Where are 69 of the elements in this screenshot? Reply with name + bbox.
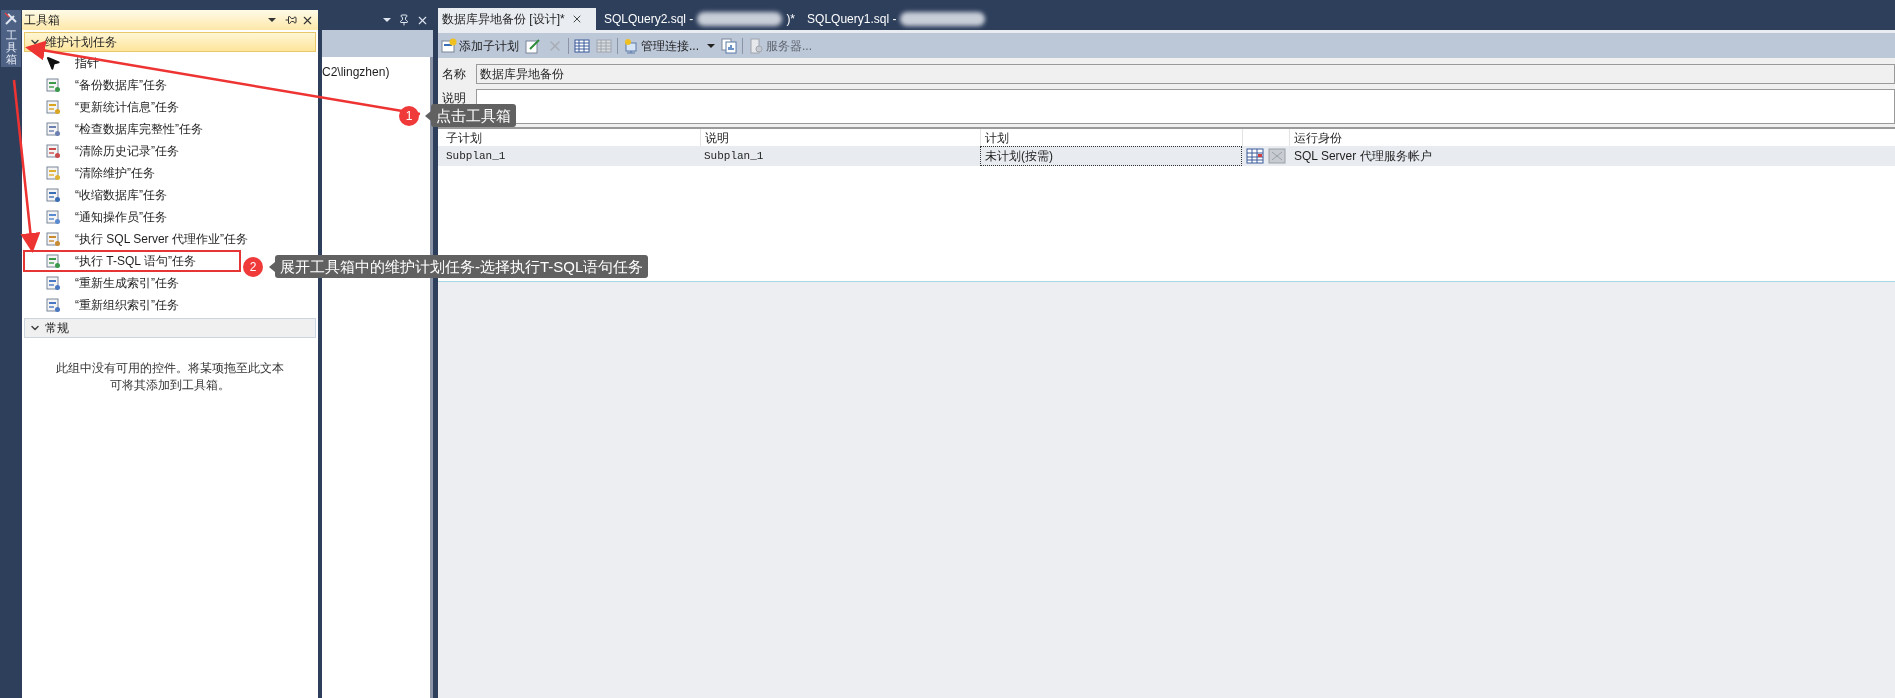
callout-pointer-icon [425, 110, 431, 121]
toolbox-item[interactable]: “检查数据库完整性”任务 [25, 120, 235, 138]
toolbar-separator [742, 37, 743, 54]
server-node-label: C2\lingzhen) [322, 65, 390, 79]
tab-label: SQLQuery1.sql - [807, 11, 897, 28]
calendar-icon[interactable] [1246, 148, 1264, 164]
toolbar-button[interactable]: 管理连接... [622, 36, 716, 55]
document-tab[interactable]: SQLQuery2.sql - )* [600, 8, 800, 30]
server-icon [748, 37, 764, 54]
toolbar-separator [617, 37, 618, 54]
toolbox-item[interactable]: “清除维护”任务 [25, 164, 235, 182]
callout-pointer-icon [269, 261, 275, 272]
grid-button[interactable] [573, 37, 591, 54]
task-icon [45, 231, 61, 247]
toolbox-item[interactable]: “更新统计信息”任务 [25, 98, 235, 116]
toolbox-side-tab[interactable]: 工具箱 [1, 10, 21, 68]
table-cell-text: Subplan_1 [445, 148, 507, 164]
dropdown-icon[interactable] [267, 15, 277, 25]
task-icon [45, 121, 61, 137]
pin-icon[interactable] [285, 14, 297, 26]
pointer-icon [45, 55, 61, 71]
task-icon [45, 143, 61, 159]
group-header[interactable]: 维护计划任务 [24, 32, 316, 52]
report-button[interactable] [720, 37, 738, 54]
group-header[interactable]: 常规 [24, 318, 316, 338]
column-header: 子计划 [445, 129, 483, 147]
document-tab[interactable]: SQLQuery1.sql - [803, 8, 990, 30]
group-title: 常规 [45, 320, 69, 337]
toolbox-item[interactable]: “收缩数据库”任务 [25, 186, 235, 204]
tab-suffix: )* [786, 11, 796, 28]
field-label: 名称 [442, 65, 467, 83]
connections-icon [623, 37, 639, 54]
toolbar-separator [568, 37, 569, 54]
name-field[interactable]: 数据库异地备份 [476, 63, 1895, 84]
toolbox-item[interactable]: “备份数据库”任务 [25, 76, 235, 94]
toolbar-button[interactable]: 添加子计划 [440, 36, 520, 55]
task-icon [45, 297, 61, 313]
pin-icon[interactable] [398, 14, 410, 26]
schedule-cell[interactable]: 未计划(按需) [980, 146, 1242, 166]
toolbox-item[interactable]: “清除历史记录”任务 [25, 142, 235, 160]
caret-icon [707, 41, 715, 50]
table-cell-text: SQL Server 代理服务帐户 [1293, 148, 1432, 165]
panel-title: 工具箱 [24, 12, 61, 29]
dropdown-icon[interactable] [382, 15, 392, 25]
tab-label: SQLQuery2.sql - [604, 11, 694, 28]
add-subplan-icon [441, 37, 457, 54]
toolbox-item[interactable]: “执行 SQL Server 代理作业”任务 [25, 230, 248, 248]
toolbox-item[interactable]: “重新组织索引”任务 [25, 296, 235, 314]
group-title: 维护计划任务 [45, 34, 117, 51]
task-icon [45, 165, 61, 181]
toolbox-item[interactable]: “重新生成索引”任务 [25, 274, 235, 292]
document-tab[interactable]: 数据库异地备份 [设计]* [438, 8, 596, 30]
tools-icon [4, 12, 18, 26]
callout-label: 点击工具箱 [431, 104, 516, 127]
tab-label: 数据库异地备份 [设计]* [442, 11, 565, 28]
task-icon [45, 77, 61, 93]
task-icon [45, 253, 61, 269]
field-label: 说明 [442, 90, 467, 107]
edit-button[interactable] [524, 37, 542, 54]
table-cell-text: Subplan_1 [703, 148, 765, 164]
side-tab-label: 工具箱 [5, 29, 17, 66]
callout-label: 展开工具箱中的维护计划任务-选择执行T-SQL语句任务 [275, 255, 649, 278]
toolbox-item[interactable]: “通知操作员”任务 [25, 208, 235, 226]
task-icon [45, 275, 61, 291]
task-icon [45, 187, 61, 203]
empty-group-message: 此组中没有可用的控件。将某项拖至此文本可将其添加到工具箱。 [55, 360, 285, 394]
task-icon [45, 209, 61, 225]
column-header: 运行身份 [1293, 129, 1342, 147]
task-icon [45, 99, 61, 115]
